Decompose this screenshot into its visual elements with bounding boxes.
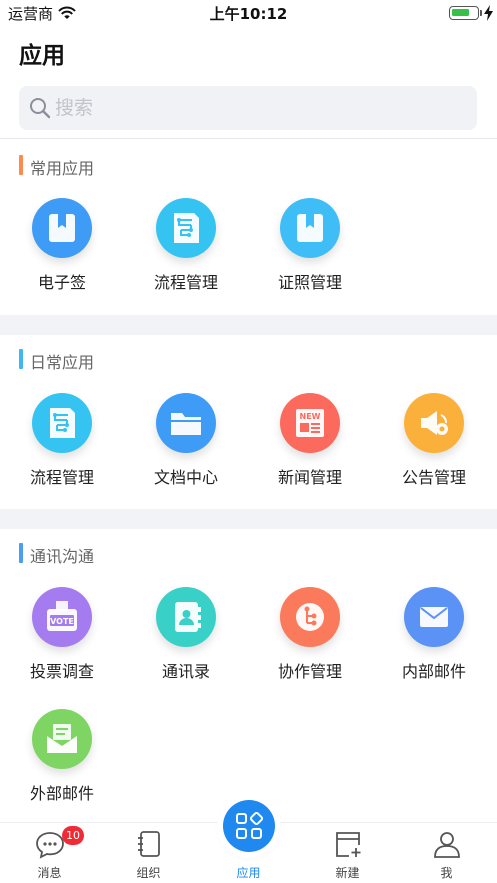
bookmark-icon xyxy=(280,198,340,258)
section-accent-bar xyxy=(19,155,23,175)
app-label: 通讯录 xyxy=(161,662,210,681)
header-divider xyxy=(0,138,497,139)
tab-label: 组织 xyxy=(136,866,161,880)
charging-bolt-icon xyxy=(484,5,493,25)
tab-organization[interactable]: 组织 xyxy=(99,823,198,883)
tab-label: 我 xyxy=(440,866,453,880)
app-label: 公告管理 xyxy=(401,468,466,487)
app-collaboration-management[interactable]: 协作管理 xyxy=(260,587,360,697)
app-label: 协作管理 xyxy=(277,662,342,681)
app-label: 内部邮件 xyxy=(401,662,466,681)
search-bar[interactable] xyxy=(19,86,477,130)
unread-badge: 10 xyxy=(62,826,84,845)
person-icon xyxy=(432,829,462,863)
battery-level xyxy=(452,9,469,16)
search-icon xyxy=(29,97,51,123)
status-time: 上午10:12 xyxy=(209,5,288,23)
tab-new[interactable]: 新建 xyxy=(298,823,397,883)
tab-me[interactable]: 我 xyxy=(397,823,496,883)
tab-messages[interactable]: 10 消息 xyxy=(0,823,99,883)
page-title: 应用 xyxy=(19,43,65,69)
new-document-icon xyxy=(333,829,363,863)
app-label: 证照管理 xyxy=(277,273,342,292)
contacts-book-icon xyxy=(156,587,216,647)
section-accent-bar xyxy=(19,543,23,563)
app-label: 流程管理 xyxy=(153,273,218,292)
megaphone-icon xyxy=(404,393,464,453)
notebook-icon xyxy=(134,829,164,863)
app-label: 外部邮件 xyxy=(29,784,94,803)
app-label: 文档中心 xyxy=(153,468,218,487)
search-input[interactable] xyxy=(55,86,455,130)
app-contacts[interactable]: 通讯录 xyxy=(136,587,236,697)
news-icon: NEW xyxy=(280,393,340,453)
app-vote-survey[interactable]: VOTE 投票调查 xyxy=(12,587,112,697)
app-workflow-management[interactable]: 流程管理 xyxy=(136,198,236,308)
status-bar: 运营商 上午10:12 xyxy=(0,0,497,26)
app-e-signature[interactable]: 电子签 xyxy=(12,198,112,308)
vote-box-icon: VOTE xyxy=(32,587,92,647)
app-workflow-management[interactable]: 流程管理 xyxy=(12,393,112,503)
vote-icon-text: VOTE xyxy=(50,617,74,626)
section-accent-bar xyxy=(19,349,23,369)
tab-label: 应用 xyxy=(236,866,261,880)
section-divider xyxy=(0,315,497,335)
section-title: 常用应用 xyxy=(30,159,95,178)
app-announcement-management[interactable]: 公告管理 xyxy=(384,393,484,503)
battery-cap xyxy=(480,10,482,16)
collaboration-icon xyxy=(280,587,340,647)
app-label: 投票调查 xyxy=(29,662,94,681)
app-label: 流程管理 xyxy=(29,468,94,487)
tab-label: 新建 xyxy=(335,866,360,880)
apps-grid-icon[interactable] xyxy=(223,800,275,852)
app-label: 电子签 xyxy=(37,273,86,292)
app-license-management[interactable]: 证照管理 xyxy=(260,198,360,308)
section-title: 日常应用 xyxy=(30,353,95,372)
workflow-document-icon xyxy=(32,393,92,453)
app-internal-mail[interactable]: 内部邮件 xyxy=(384,587,484,697)
app-external-mail[interactable]: 外部邮件 xyxy=(12,709,112,819)
battery-icon xyxy=(449,6,479,20)
app-label: 新闻管理 xyxy=(277,468,342,487)
news-icon-text: NEW xyxy=(300,412,321,421)
tab-label: 消息 xyxy=(37,866,62,880)
bookmark-icon xyxy=(32,198,92,258)
folder-icon xyxy=(156,393,216,453)
section-title: 通讯沟通 xyxy=(30,547,95,566)
workflow-document-icon xyxy=(156,198,216,258)
app-document-center[interactable]: 文档中心 xyxy=(136,393,236,503)
app-news-management[interactable]: NEW 新闻管理 xyxy=(260,393,360,503)
section-divider xyxy=(0,509,497,529)
open-envelope-icon xyxy=(32,709,92,769)
envelope-icon xyxy=(404,587,464,647)
chat-bubble-icon xyxy=(35,829,65,863)
